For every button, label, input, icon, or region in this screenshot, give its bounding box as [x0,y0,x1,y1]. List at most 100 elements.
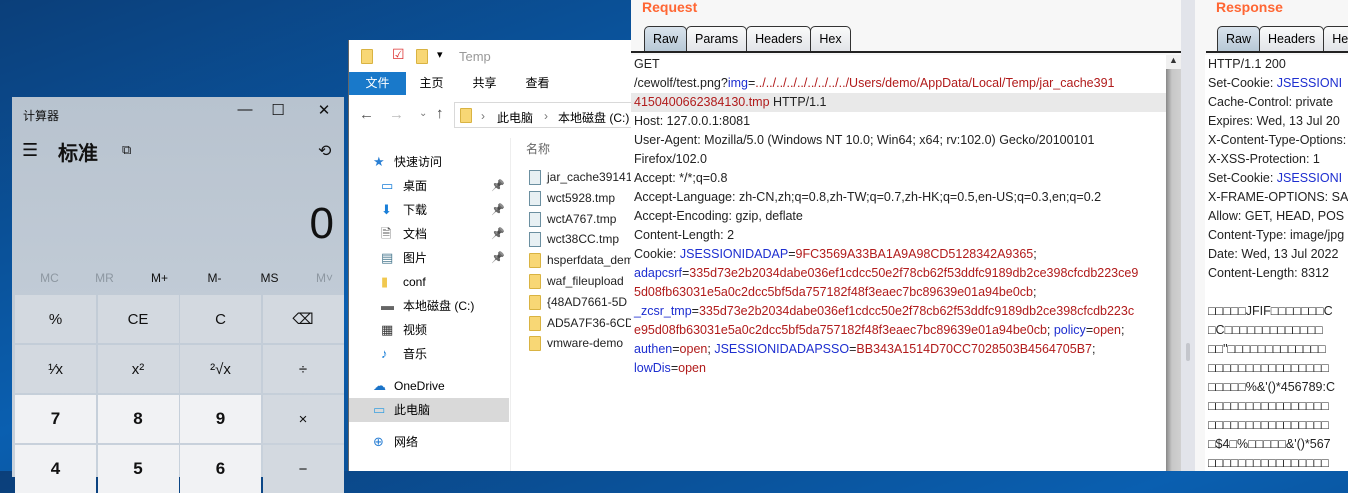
pin-icon[interactable]: 📌 [491,222,505,246]
text-segment: □□□□□□□□□□□□□□□□ [1208,361,1329,375]
up-icon[interactable]: ↑ [436,105,444,122]
nav-item[interactable]: ▭ 此电脑 [349,398,509,422]
nav-item[interactable]: ⬇ 下载 📌 [349,198,509,222]
text-segment: □□□□□□□□□□□□□□□□ [1208,418,1329,432]
response-panel: Response RawHeadersHex HTTP/1.1 200 Set-C… [1195,0,1348,471]
breadcrumb-item[interactable]: 本地磁盘 (C:) [558,109,629,126]
text-line: □□□□□□□□□□□□□□□□ [1205,416,1348,435]
minimize-button[interactable]: — [230,101,260,118]
memory-button-3[interactable]: M- [187,271,242,285]
title-bar: ☑ ▾ Temp [349,40,632,72]
key-subtract[interactable]: − [262,445,344,493]
tab-view[interactable]: 查看 [515,72,560,95]
folder-icon [529,273,541,289]
nav-item[interactable]: ▬ 本地磁盘 (C:) [349,294,509,318]
file-icon [529,211,541,227]
nav-item[interactable]: ▦ 视频 [349,318,509,342]
key-divide[interactable]: ÷ [262,345,344,393]
forward-icon[interactable]: → [389,106,404,123]
close-button[interactable]: ✕ [309,101,339,119]
text-line: X-FRAME-OPTIONS: SA [1205,188,1348,207]
key-nine[interactable]: 9 [180,395,261,443]
key-six[interactable]: 6 [180,445,261,493]
text-segment: Accept: */*;q=0.8 [634,171,728,185]
keep-on-top-icon[interactable]: ⧉ [122,142,131,158]
request-editor[interactable]: GET/cewolf/test.png?img=../../../../../.… [631,55,1166,471]
quick-access-dropdown-icon[interactable]: ▾ [437,48,443,61]
text-line: □□□□□□□□□□□□□□□□ [1205,359,1348,378]
split-pane-divider[interactable] [1181,0,1195,471]
back-icon[interactable]: ← [359,106,374,123]
memory-button-2[interactable]: M+ [132,271,187,285]
memory-button-4[interactable]: MS [242,271,297,285]
response-viewer[interactable]: HTTP/1.1 200 Set-Cookie: JSESSIONI Cache-C… [1205,55,1348,471]
tab-hex[interactable]: Hex [1323,26,1348,51]
key-reciprocal[interactable]: ¹⁄x [15,345,96,393]
nav-item[interactable]: ▤ 图片 📌 [349,246,509,270]
tab-headers[interactable]: Headers [746,26,812,51]
key-four[interactable]: 4 [15,445,96,493]
key-eight[interactable]: 8 [97,395,179,443]
file-name: vmware-demo [547,336,624,351]
tab-params[interactable]: Params [686,26,748,51]
breadcrumb-item[interactable]: 此电脑 [497,109,533,126]
folder-icon [529,315,541,331]
text-segment: /cewolf/test.png? [634,76,728,90]
tab-hex[interactable]: Hex [810,26,851,51]
nav-item[interactable]: ♪ 音乐 [349,342,509,366]
window-title: Temp [459,49,491,64]
history-icon[interactable]: ⟲ [318,141,331,161]
param-name: JSESSIONIDADAPSSO [714,342,850,356]
tab-underline [631,51,1181,53]
properties-icon[interactable]: ☑ [392,46,405,63]
nav-item[interactable]: ▭ 桌面 📌 [349,174,509,198]
param-value: e95d08fb63031e5a0c2dcc5bf5da757182f48f3e… [634,323,1047,337]
recent-dropdown-icon[interactable]: ⌄ [419,108,427,119]
divider-handle[interactable] [1186,343,1190,361]
file-name: waf_fileupload [547,273,624,288]
key-seven[interactable]: 7 [15,395,96,443]
request-panel: Request Raw Params Headers Hex GET/cewolf/t… [631,0,1181,471]
text-segment: □□□□□□□□□□□□□□□□ [1208,399,1329,413]
memory-button-0[interactable]: MC [22,271,77,285]
scroll-up-icon[interactable]: ▲ [1166,55,1181,69]
column-header-name[interactable]: 名称 [526,140,550,157]
hamburger-menu-icon[interactable]: ☰ [22,140,38,161]
text-line: Accept-Language: zh-CN,zh;q=0.8,zh-TW;q=… [631,188,1166,207]
address-bar[interactable]: › 此电脑 › 本地磁盘 (C:) [454,102,634,128]
key-backspace[interactable]: ⌫ [262,295,344,343]
response-title: Response [1216,0,1283,15]
key-clear-entry[interactable]: CE [97,295,179,343]
key-five[interactable]: 5 [97,445,179,493]
tab-share[interactable]: 共享 [462,72,507,95]
request-scrollbar[interactable]: ▲ [1166,55,1181,471]
tab-file[interactable]: 文件 [349,72,406,95]
pin-icon[interactable]: 📌 [491,246,505,270]
tab-raw[interactable]: Raw [644,26,688,51]
tab-raw[interactable]: Raw [1217,26,1261,51]
tab-headers[interactable]: Headers [1259,26,1325,51]
nav-item[interactable]: 🗎 文档 📌 [349,222,509,246]
key-multiply[interactable]: × [262,395,344,443]
key-square[interactable]: x² [97,345,179,393]
desktop-icon: ▭ [381,178,394,193]
nav-item[interactable]: ★ 快速访问 [349,150,509,174]
folder-icon [529,294,541,310]
new-folder-icon[interactable] [416,49,428,64]
text-line: Expires: Wed, 13 Jul 20 [1205,112,1348,131]
tab-home[interactable]: 主页 [409,72,454,95]
param-name: img [727,76,748,90]
text-segment: HTTP/1.1 [769,95,827,109]
key-percent[interactable]: % [15,295,96,343]
key-square-root[interactable]: ²√x [180,345,261,393]
text-line: e95d08fb63031e5a0c2dcc5bf5da757182f48f3e… [631,321,1166,340]
maximize-button[interactable]: ☐ [263,101,293,119]
nav-item[interactable]: ⊕ 网络 [349,430,509,454]
memory-button-1[interactable]: MR [77,271,132,285]
nav-item[interactable]: ▮ conf [349,270,509,294]
pin-icon[interactable]: 📌 [491,198,505,222]
key-clear[interactable]: C [180,295,261,343]
nav-item[interactable]: ☁ OneDrive [349,374,509,398]
pin-icon[interactable]: 📌 [491,174,505,198]
memory-button-5[interactable]: M˅ [297,271,352,285]
